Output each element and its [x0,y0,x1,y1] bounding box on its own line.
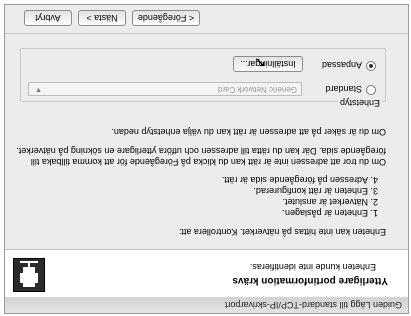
settings-button[interactable]: Inställningar... [233,56,303,72]
mouse-cursor-icon: ↖ [254,55,266,71]
checklist-item: 4.Adressen på föregående sida är rätt. [222,174,378,185]
instruction-line: Om du tror att adressen inte är rätt kan… [30,157,386,167]
radio-button-selected-icon [366,61,376,71]
next-button[interactable]: Nästa > [78,10,126,26]
checklist-number: 4. [370,175,378,185]
wizard-header: Ytterligare portinformation krävs Enhete… [5,249,408,297]
instruction-line: Om du är säker på att adressen är rätt k… [111,127,386,137]
radio-standard[interactable]: Standard [325,83,376,95]
checklist-item: 3.Enheten är rätt konfigurerad. [253,185,378,196]
checklist-text: Enheten är påslagen. [282,208,368,218]
footer-divider [5,33,408,34]
radio-button-icon [366,85,376,95]
standard-device-value: Generic Network Card [217,85,297,94]
radio-custom-label: Anpassad [321,60,362,70]
rotated-stage: Guiden Lägg till standard-TCP/IP-skrivar… [0,0,411,316]
printer-network-icon [13,258,45,292]
checklist-text: Adressen på föregående sida är rätt. [221,175,368,185]
chevron-down-icon: ▼ [35,86,42,93]
radio-standard-label: Standard [325,84,362,94]
radio-custom[interactable]: Anpassad [322,59,376,71]
checklist-number: 2. [370,197,378,207]
checklist-text: Nätverket är anslutet. [282,197,368,207]
header-title: Ytterligare portinformation krävs [232,275,388,286]
standard-device-select[interactable]: Generic Network Card ▼ [28,82,302,96]
instruction-line: föregående sida. Där kan du rätta till a… [16,146,386,156]
checklist-text: Enheten är rätt konfigurerad. [253,186,368,196]
window-title: Guiden Lägg till standard-TCP/IP-skrivar… [5,296,408,313]
checklist-number: 3. [370,186,378,196]
cancel-button[interactable]: Avbryt [24,10,72,26]
checklist-item: 1.Enheten är påslagen. [282,207,378,218]
wizard-window: Guiden Lägg till standard-TCP/IP-skrivar… [4,4,409,314]
checklist-item: 2.Nätverket är anslutet. [282,196,378,207]
header-subtitle: Enheten kunde inte identifieras. [249,262,376,272]
back-button[interactable]: < Föregående [132,10,200,26]
intro-text: Enheten kan inte hittas på nätverket. Ko… [178,227,386,237]
checklist-number: 1. [370,208,378,218]
device-type-label: Enhetstyp [337,98,382,108]
